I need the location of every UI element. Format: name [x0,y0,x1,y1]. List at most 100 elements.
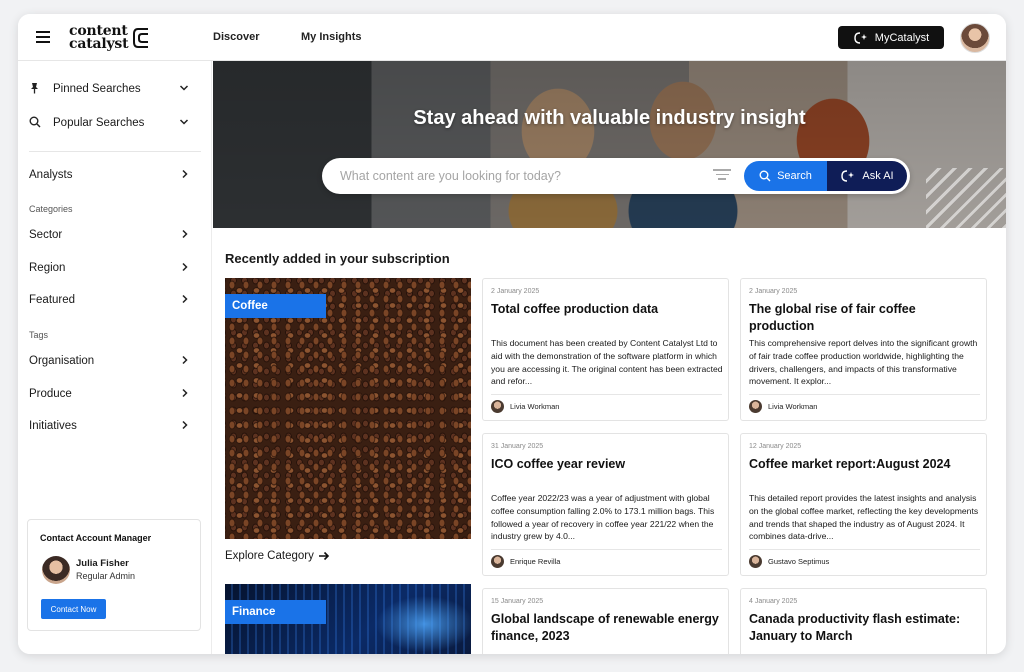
explore-category-link[interactable]: Explore Category [225,550,330,562]
sidebar-item-featured[interactable]: Featured [29,290,189,310]
author-avatar [749,555,762,568]
article-card[interactable]: 31 January 2025 ICO coffee year review C… [482,433,729,576]
card-title: Global landscape of renewable energy fin… [491,612,719,643]
card-title: Canada productivity flash estimate: Janu… [749,612,961,643]
chevron-right-icon [181,355,189,368]
section-title: Recently added in your subscription [225,251,450,266]
tags-heading: Tags [29,330,49,340]
hero-title: Stay ahead with valuable industry insigh… [413,107,806,129]
search-icon [759,170,771,182]
article-card[interactable]: 4 January 2025 Canada productivity flash… [740,588,987,654]
category-card-finance[interactable]: Finance [225,584,471,654]
card-date: 15 January 2025 [491,598,544,605]
chevron-right-icon [181,229,189,242]
chevron-right-icon [181,420,189,433]
article-card[interactable]: 12 January 2025 Coffee market report:Aug… [740,433,987,576]
account-manager-avatar [42,556,70,584]
article-card[interactable]: 15 January 2025 Global landscape of rene… [482,588,729,654]
user-avatar[interactable] [960,23,990,53]
ask-ai-button[interactable]: Ask AI [827,161,907,191]
author-avatar [491,400,504,413]
search-button[interactable]: Search [744,161,827,191]
nav-my-insights[interactable]: My Insights [301,31,362,43]
card-author: Enrique Revilla [491,555,560,568]
filter-icon[interactable] [713,169,731,183]
nav-discover[interactable]: Discover [213,31,259,43]
contact-now-button[interactable]: Contact Now [41,599,106,619]
article-card[interactable]: 2 January 2025 The global rise of fair c… [740,278,987,421]
card-author: Gustavo Septimus [749,555,829,568]
author-avatar [749,400,762,413]
chevron-down-icon [179,83,189,95]
account-manager-name: Julia Fisher [76,558,129,569]
sidebar: Pinned Searches Popular Searches Analyst… [18,61,212,654]
author-name: Livia Workman [510,402,560,411]
card-title: ICO coffee year review [491,457,626,471]
sidebar-item-region[interactable]: Region [29,258,189,278]
card-date: 31 January 2025 [491,443,544,450]
article-card[interactable]: 2 January 2025 Total coffee production d… [482,278,729,421]
sidebar-item-label: Sector [29,229,63,241]
category-card-coffee[interactable]: Coffee [225,278,471,539]
card-divider [491,394,722,395]
contact-account-manager-card: Contact Account Manager Julia Fisher Reg… [27,519,201,631]
sidebar-item-label: Popular Searches [53,117,145,129]
ai-sparkle-icon [854,31,867,44]
card-description: Coffee year 2022/23 was a year of adjust… [491,493,715,542]
card-title: Total coffee production data [491,302,659,316]
contact-title: Contact Account Manager [40,533,152,543]
mycatalyst-button[interactable]: MyCatalyst [838,26,944,49]
card-author: Livia Workman [491,400,559,413]
logo-mark-icon [133,28,149,48]
sidebar-item-pinned-searches[interactable]: Pinned Searches [29,79,189,99]
hero-banner: Stay ahead with valuable industry insigh… [213,61,1006,228]
explore-category-label: Explore Category [225,550,314,562]
sidebar-item-popular-searches[interactable]: Popular Searches [29,113,189,133]
card-divider [491,549,722,550]
sidebar-divider [29,151,201,152]
card-date: 12 January 2025 [749,443,802,450]
sidebar-item-organisation[interactable]: Organisation [29,351,189,371]
card-date: 2 January 2025 [491,288,540,295]
sidebar-item-label: Analysts [29,169,73,181]
chevron-right-icon [181,388,189,401]
chevron-right-icon [181,262,189,275]
sidebar-item-analysts[interactable]: Analysts [29,165,189,185]
chevron-right-icon [181,294,189,307]
mycatalyst-label: MyCatalyst [874,31,930,44]
card-title: Coffee market report:August 2024 [749,457,951,471]
top-bar: content catalyst Discover My Insights My… [18,14,1006,61]
sidebar-item-produce[interactable]: Produce [29,384,189,404]
author-name: Livia Workman [768,402,818,411]
category-tag: Finance [225,600,326,624]
search-icon [29,116,45,131]
pin-icon [29,82,45,97]
card-divider [749,549,980,550]
sidebar-item-initiatives[interactable]: Initiatives [29,416,189,436]
logo[interactable]: content catalyst [69,23,152,53]
logo-text: content catalyst [69,24,129,51]
sidebar-item-label: Region [29,262,66,274]
card-author: Livia Workman [749,400,817,413]
author-avatar [491,555,504,568]
search-input[interactable] [340,167,700,185]
chevron-right-icon [181,169,189,182]
sidebar-item-label: Produce [29,388,72,400]
sidebar-item-sector[interactable]: Sector [29,225,189,245]
sidebar-item-label: Featured [29,294,76,306]
card-date: 4 January 2025 [749,598,798,605]
chevron-down-icon [179,117,189,129]
hamburger-menu-icon[interactable] [36,31,50,43]
sidebar-item-label: Initiatives [29,420,77,432]
sidebar-item-label: Pinned Searches [53,83,141,95]
card-description: This comprehensive report delves into th… [749,338,978,387]
author-name: Enrique Revilla [510,557,561,566]
card-divider [749,394,980,395]
ai-sparkle-icon [841,170,855,182]
card-description: This detailed report provides the latest… [749,493,979,542]
card-date: 2 January 2025 [749,288,798,295]
search-button-label: Search [777,170,812,182]
app-window: content catalyst Discover My Insights My… [18,14,1006,654]
card-description: This document has been created by Conten… [491,338,723,387]
account-manager-role: Regular Admin [76,571,136,581]
